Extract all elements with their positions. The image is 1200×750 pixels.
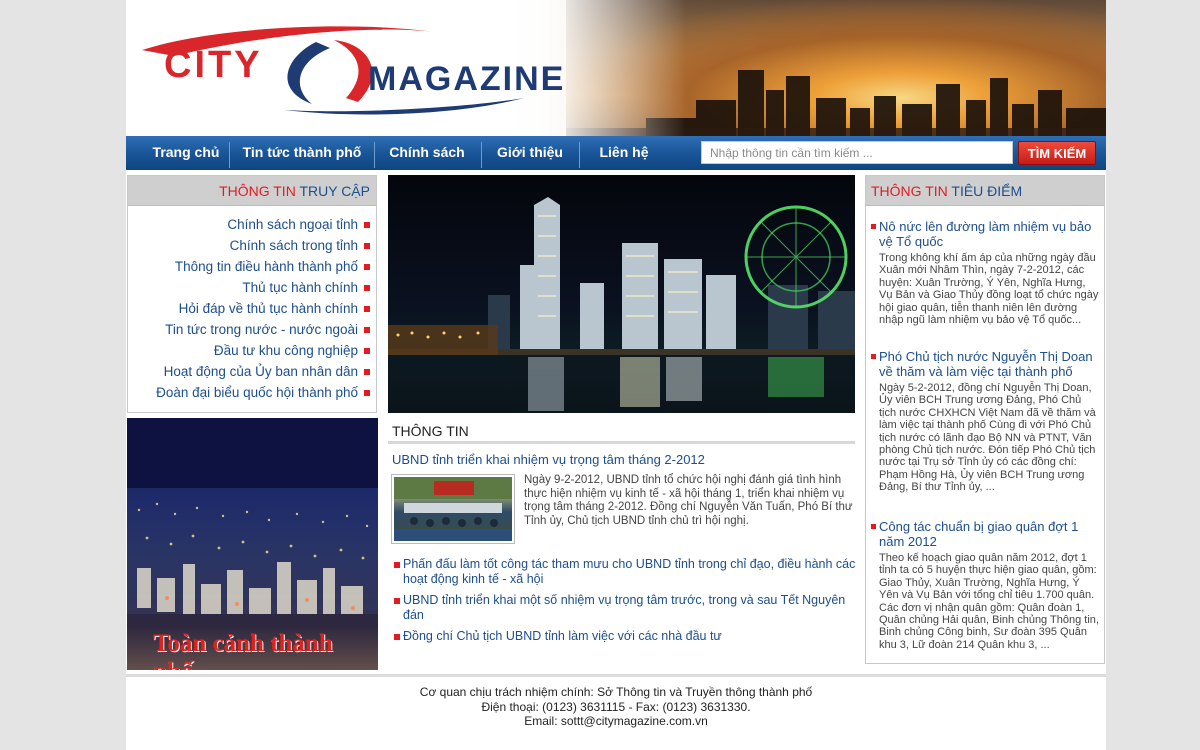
logo-city-text: CITY <box>164 44 263 86</box>
access-link-label: Đầu tư khu công nghiệp <box>213 343 358 358</box>
news-link[interactable]: Phấn đấu làm tốt công tác tham mưu cho U… <box>392 557 857 587</box>
featured-item: Phó Chủ tịch nước Nguyễn Thị Doan về thă… <box>871 349 1099 494</box>
access-link-label: Hỏi đáp về thủ tục hành chính <box>178 301 358 316</box>
news-link-label: UBND tỉnh triển khai một số nhiệm vụ trọ… <box>403 593 846 622</box>
access-link-list: Chính sách ngoại tỉnh Chính sách trong t… <box>128 206 376 403</box>
featured-item: Nô nức lên đường làm nhiệm vụ bảo vệ Tổ … <box>871 219 1099 326</box>
hero-night-harbor-photo <box>388 175 855 413</box>
news-link-label: Đồng chí Chủ tịch UBND tỉnh làm việc với… <box>403 629 722 643</box>
lead-news-summary: Ngày 9-2-2012, UBND tỉnh tổ chức hội ngh… <box>524 474 853 527</box>
heading-blue-part: TRUY CẬP <box>299 183 370 199</box>
meeting-photo <box>394 477 512 541</box>
nav-item-policy[interactable]: Chính sách <box>375 136 479 170</box>
city-panorama-banner[interactable]: Toàn cảnh thành phố <box>127 418 378 670</box>
footer-phone-fax: Điện thoại: (0123) 3631115 - Fax: (0123)… <box>481 699 751 714</box>
nav-item-contact[interactable]: Liên hệ <box>580 136 668 170</box>
news-link-label: Phấn đấu làm tốt công tác tham mưu cho U… <box>403 557 856 586</box>
search-button[interactable]: TÌM KIẾM <box>1018 141 1096 165</box>
access-link[interactable]: Hỏi đáp về thủ tục hành chính <box>128 298 376 319</box>
access-link[interactable]: Chính sách trong tỉnh <box>128 235 376 256</box>
heading-blue-part: TIÊU ĐIỂM <box>951 183 1023 199</box>
red-square-bullet-icon <box>364 369 370 376</box>
red-square-bullet-icon <box>364 390 370 397</box>
access-link[interactable]: Đầu tư khu công nghiệp <box>128 340 376 361</box>
main-navigation: Trang chủ Tin tức thành phố Chính sách G… <box>126 136 1106 170</box>
red-square-bullet-icon <box>871 524 876 529</box>
featured-info-box: THÔNG TIN TIÊU ĐIỂM Nô nức lên đường làm… <box>865 175 1105 664</box>
nav-item-about[interactable]: Giới thiệu <box>482 136 578 170</box>
access-link[interactable]: Tin tức trong nước - nước ngoài <box>128 319 376 340</box>
featured-item-summary: Trong không khí ấm áp của những ngày đầu… <box>879 252 1099 327</box>
access-link[interactable]: Thông tin điều hành thành phố <box>128 256 376 277</box>
lead-news-thumbnail[interactable] <box>391 474 515 544</box>
red-square-bullet-icon <box>394 562 400 568</box>
footer-email[interactable]: Email: sottt@citymagazine.com.vn <box>126 714 1106 729</box>
access-link-label: Đoàn đại biểu quốc hội thành phố <box>156 385 358 400</box>
lead-news-title[interactable]: UBND tỉnh triển khai nhiệm vụ trọng tâm … <box>392 452 705 467</box>
city-magazine-logo[interactable]: CITY MAGAZINE <box>134 18 564 118</box>
red-square-bullet-icon <box>871 224 876 229</box>
harbor-skyline-graphic <box>388 197 855 411</box>
heading-red-part: THÔNG TIN <box>871 183 948 199</box>
city-panorama-caption: Toàn cảnh thành phố <box>153 630 333 670</box>
news-link[interactable]: UBND tỉnh triển khai một số nhiệm vụ trọ… <box>392 593 857 623</box>
featured-title-text: Nô nức lên đường làm nhiệm vụ bảo vệ Tổ … <box>879 219 1092 249</box>
red-square-bullet-icon <box>394 634 400 640</box>
logo-magazine-text: MAGAZINE <box>368 60 566 98</box>
access-link-label: Thông tin điều hành thành phố <box>174 259 358 274</box>
access-link-label: Chính sách trong tỉnh <box>229 238 358 253</box>
access-link[interactable]: Đoàn đại biểu quốc hội thành phố <box>128 382 376 403</box>
access-link-label: Hoạt động của Ủy ban nhân dân <box>163 364 358 379</box>
news-link[interactable]: Đồng chí Chủ tịch UBND tỉnh làm việc với… <box>392 629 857 644</box>
access-link[interactable]: Chính sách ngoại tỉnh <box>128 214 376 235</box>
access-link[interactable]: Thủ tục hành chính <box>128 277 376 298</box>
red-square-bullet-icon <box>364 348 370 355</box>
footer-responsible-agency: Cơ quan chịu trách nhiệm chính: Sở Thông… <box>419 685 813 699</box>
search-input[interactable] <box>701 141 1013 164</box>
red-square-bullet-icon <box>394 598 400 604</box>
access-link[interactable]: Hoạt động của Ủy ban nhân dân <box>128 361 376 382</box>
red-square-bullet-icon <box>364 243 370 250</box>
featured-item-title[interactable]: Công tác chuẩn bị giao quân đợt 1 năm 20… <box>871 519 1099 549</box>
access-link-label: Thủ tục hành chính <box>242 280 358 295</box>
access-link-label: Chính sách ngoại tỉnh <box>227 217 358 232</box>
red-square-bullet-icon <box>364 306 370 313</box>
red-square-bullet-icon <box>364 327 370 334</box>
featured-info-heading: THÔNG TIN TIÊU ĐIỂM <box>866 176 1104 206</box>
red-square-bullet-icon <box>871 354 876 359</box>
access-info-box: THÔNG TIN TRUY CẬP Chính sách ngoại tỉnh… <box>127 175 377 413</box>
site-header: CITY MAGAZINE <box>126 0 1106 136</box>
featured-item-title[interactable]: Phó Chủ tịch nước Nguyễn Thị Doan về thă… <box>871 349 1099 379</box>
red-square-bullet-icon <box>364 264 370 271</box>
featured-item: Công tác chuẩn bị giao quân đợt 1 năm 20… <box>871 519 1099 651</box>
featured-item-summary: Theo kế hoạch giao quân năm 2012, đợt 1 … <box>879 552 1099 651</box>
heading-red-part: THÔNG TIN <box>219 183 296 199</box>
featured-item-title[interactable]: Nô nức lên đường làm nhiệm vụ bảo vệ Tổ … <box>871 219 1099 249</box>
site-footer: Cơ quan chịu trách nhiệm chính: Sở Thông… <box>126 674 1106 750</box>
more-news-list: Phấn đấu làm tốt công tác tham mưu cho U… <box>392 557 857 650</box>
access-info-heading: THÔNG TIN TRUY CẬP <box>128 176 376 206</box>
featured-item-summary: Ngày 5-2-2012, đồng chí Nguyễn Thị Doan,… <box>879 382 1096 494</box>
featured-title-text: Công tác chuẩn bị giao quân đợt 1 năm 20… <box>879 519 1079 549</box>
red-square-bullet-icon <box>364 285 370 292</box>
red-square-bullet-icon <box>364 222 370 229</box>
nav-item-home[interactable]: Trang chủ <box>140 136 232 170</box>
featured-title-text: Phó Chủ tịch nước Nguyễn Thị Doan về thă… <box>879 349 1093 379</box>
nav-item-city-news[interactable]: Tin tức thành phố <box>230 136 374 170</box>
page: CITY MAGAZINE Trang chủ Tin tức thành ph… <box>126 0 1106 750</box>
access-link-label: Tin tức trong nước - nước ngoài <box>165 322 358 337</box>
news-section-title: THÔNG TIN <box>388 420 855 444</box>
